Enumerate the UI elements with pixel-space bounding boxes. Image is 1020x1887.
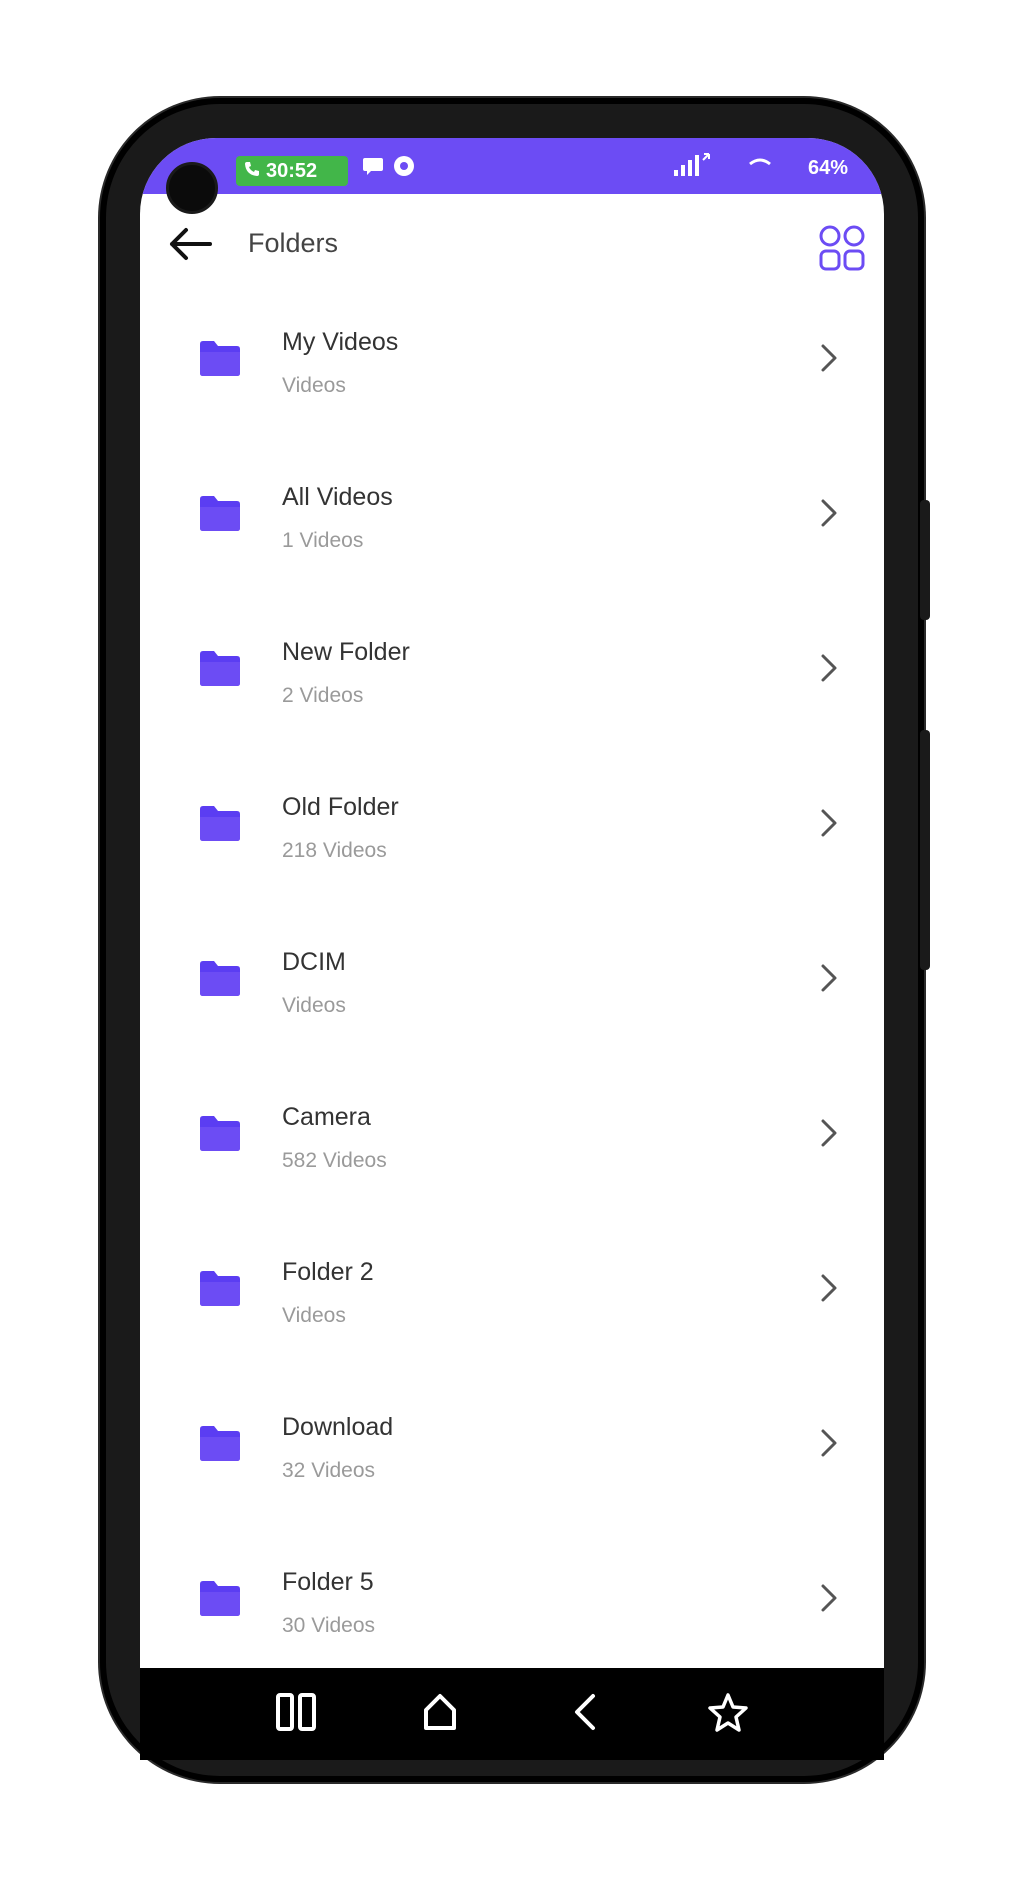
status-bar: 30:52 64%: [140, 138, 884, 214]
call-timer: 30:52: [266, 160, 318, 182]
recents-icon: [275, 1692, 317, 1737]
page: 30:52 64% Folders My Videos Videos All V…: [0, 0, 1020, 1887]
screen: 30:52 64% Folders My Videos Videos All V…: [140, 138, 884, 1668]
folder-row[interactable]: All Videos 1 Videos: [140, 449, 884, 604]
power-button: [920, 730, 930, 970]
folder-list: My Videos Videos All Videos 1 Videos New Fol…: [140, 294, 884, 1668]
folder-name: Download: [282, 1413, 394, 1441]
app-bar: Folders: [140, 194, 884, 294]
back-button[interactable]: [162, 218, 218, 274]
folder-name: All Videos: [282, 483, 393, 511]
folder-icon: [198, 493, 242, 533]
home-button[interactable]: [414, 1688, 466, 1740]
folder-row[interactable]: Folder 5 30 Videos: [140, 1534, 884, 1668]
home-icon: [420, 1692, 460, 1737]
folder-icon: [198, 1113, 242, 1153]
grid-view-button[interactable]: [818, 224, 866, 272]
chevron-right-icon: [814, 648, 844, 688]
folder-icon: [198, 1268, 242, 1308]
folder-video-count: Videos: [282, 994, 346, 1017]
network-signal-icon: [672, 152, 712, 184]
folder-video-count: 218 Videos: [282, 839, 387, 862]
grid-view-icon: [818, 225, 866, 276]
battery-level: 64%: [807, 156, 848, 179]
favorites-button[interactable]: [702, 1688, 754, 1740]
ongoing-call-badge[interactable]: 30:52: [236, 156, 348, 186]
folder-row[interactable]: New Folder 2 Videos: [140, 604, 884, 759]
folder-icon: [198, 1578, 242, 1618]
folder-row[interactable]: DCIM Videos: [140, 914, 884, 1069]
folder-video-count: 30 Videos: [282, 1614, 376, 1637]
folder-name: Folder 2: [282, 1258, 374, 1286]
folder-row[interactable]: Old Folder 218 Videos: [140, 759, 884, 914]
folder-icon: [198, 958, 242, 998]
chevron-right-icon: [814, 1578, 844, 1618]
chevron-right-icon: [814, 493, 844, 533]
folder-icon: [198, 338, 242, 378]
page-title: Folders: [248, 228, 339, 258]
folder-name: My Videos: [282, 328, 399, 356]
chevron-right-icon: [814, 958, 844, 998]
wifi-icon: [748, 157, 772, 180]
folder-name: DCIM: [282, 948, 346, 976]
navigation-bar: [140, 1668, 884, 1760]
folder-video-count: 32 Videos: [282, 1459, 376, 1482]
folder-video-count: Videos: [282, 374, 346, 397]
message-icon: [362, 156, 384, 181]
chevron-right-icon: [814, 1268, 844, 1308]
recents-button[interactable]: [270, 1688, 322, 1740]
folder-row[interactable]: Camera 582 Videos: [140, 1069, 884, 1224]
folder-row[interactable]: Folder 2 Videos: [140, 1224, 884, 1379]
folder-name: Camera: [282, 1103, 371, 1131]
folder-video-count: 2 Videos: [282, 684, 364, 707]
folder-video-count: 582 Videos: [282, 1149, 387, 1172]
phone-icon: [244, 156, 260, 186]
sync-icon: [392, 154, 416, 183]
folder-video-count: Videos: [282, 1304, 346, 1327]
star-icon: [708, 1692, 748, 1737]
status-right: 64%: [672, 152, 848, 184]
chevron-right-icon: [814, 1113, 844, 1153]
folder-name: New Folder: [282, 638, 410, 666]
folder-icon: [198, 648, 242, 688]
folder-name: Folder 5: [282, 1568, 374, 1596]
notification-icons: [362, 154, 416, 183]
arrow-left-icon: [168, 226, 212, 267]
chevron-right-icon: [814, 803, 844, 843]
chevron-right-icon: [814, 338, 844, 378]
folder-icon: [198, 1423, 242, 1463]
folder-icon: [198, 803, 242, 843]
volume-button: [920, 500, 930, 620]
chevron-right-icon: [814, 1423, 844, 1463]
folder-row[interactable]: My Videos Videos: [140, 294, 884, 449]
back-nav-button[interactable]: [558, 1688, 610, 1740]
folder-name: Old Folder: [282, 793, 399, 821]
front-camera: [166, 162, 218, 214]
folder-row[interactable]: Download 32 Videos: [140, 1379, 884, 1534]
folder-video-count: 1 Videos: [282, 529, 364, 552]
back-icon: [569, 1692, 599, 1737]
